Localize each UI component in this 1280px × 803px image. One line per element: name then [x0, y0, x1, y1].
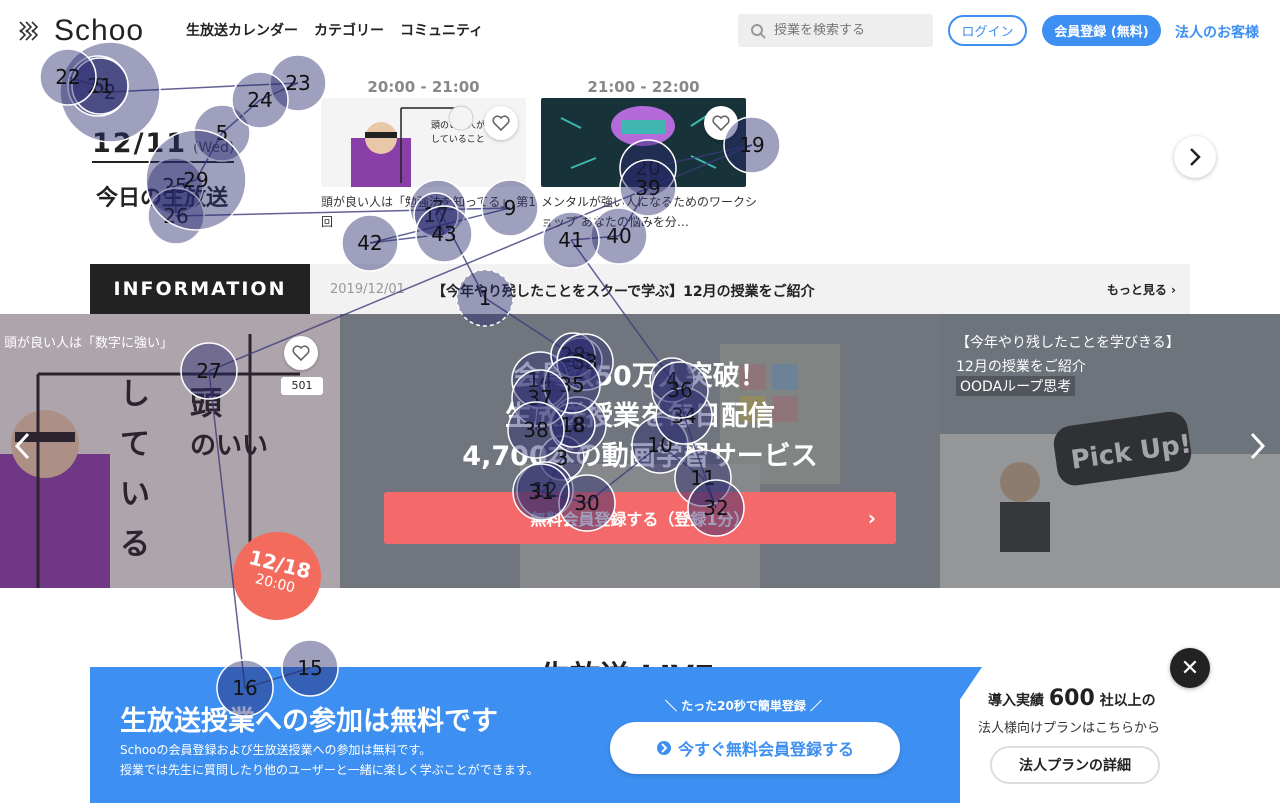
- gaze-fixation-label: 21: [87, 74, 112, 98]
- banner-headline: 生放送授業への参加は無料です: [120, 706, 498, 737]
- gaze-fixation: 24: [231, 71, 289, 129]
- gaze-fixation-circle: [231, 71, 289, 129]
- gaze-fixation-label: 6: [92, 74, 105, 98]
- class-title-2[interactable]: メンタルが強い人になるためのワークショップ あなたの悩みを分…: [541, 192, 761, 232]
- carousel-slide-right[interactable]: Pick Up! 【今年やり残したことを学びきる】 12月の授業をご紹介 OOD…: [940, 314, 1280, 588]
- slide-right-caption-1: 【今年やり残したことを学びきる】: [956, 335, 1180, 351]
- search-box[interactable]: [738, 14, 933, 47]
- gaze-fixation-label: 42: [357, 231, 382, 255]
- login-button[interactable]: ログイン: [948, 15, 1027, 46]
- gaze-saccade: [109, 82, 299, 93]
- today-live-heading: 今日の生放送: [96, 186, 229, 211]
- corp-suffix: 社以上の: [1099, 693, 1156, 709]
- logo-text: Schoo: [54, 14, 145, 47]
- nav-live-calendar[interactable]: 生放送カレンダー: [186, 20, 298, 40]
- heart-icon: [712, 115, 730, 132]
- corporate-link[interactable]: 法人のお客様: [1175, 22, 1259, 42]
- chevron-right-icon: ›: [867, 506, 876, 530]
- schedule-next-button[interactable]: [1174, 136, 1216, 178]
- hero-carousel: 頭 のいい し て い る 頭が良い人は「数字に強い」 501 会員数50万人突…: [0, 314, 1280, 588]
- information-text[interactable]: 【今年やり残したことをスクーで学ぶ】12月の授業をご紹介: [432, 281, 815, 301]
- information-date: 2019/12/01: [330, 282, 405, 297]
- gaze-saccade: [369, 233, 445, 244]
- gaze-fixation: 6: [67, 55, 129, 117]
- favorite-button-1[interactable]: [484, 106, 518, 140]
- carousel-next-button[interactable]: [1238, 426, 1278, 466]
- heart-icon: [492, 115, 510, 132]
- gaze-fixation-circle: [71, 57, 129, 115]
- gaze-saccade: [99, 85, 111, 93]
- schedule-weekday: (Wed): [193, 140, 235, 156]
- hero-register-label: 無料会員登録する（登録1分）: [530, 510, 750, 529]
- like-count: 501: [281, 377, 323, 395]
- banner-sub-2: 授業では先生に質問したり他のユーザーと一緒に楽しく学ぶことができます。: [120, 763, 539, 777]
- carousel-slide-center[interactable]: 会員数50万人突破！ 生放送授業を毎日配信 4,700本の動画学習サービス 無料…: [340, 314, 940, 588]
- carousel-prev-button[interactable]: [2, 426, 42, 466]
- hero-line-1: 会員数50万人突破！: [513, 361, 767, 392]
- banner-register-label: 今すぐ無料会員登録する: [677, 740, 854, 759]
- information-more-link[interactable]: もっと見る ›: [1107, 281, 1176, 298]
- gaze-fixation: 23: [269, 54, 327, 112]
- information-label: INFORMATION: [90, 264, 310, 314]
- banner-register-button[interactable]: 今すぐ無料会員登録する: [610, 722, 900, 774]
- heart-icon: [292, 345, 310, 362]
- chevron-right-icon: [1190, 148, 1201, 166]
- hero-register-button[interactable]: 無料会員登録する（登録1分） ›: [384, 492, 896, 544]
- gaze-saccade: [67, 76, 99, 87]
- corp-prefix: 導入実績: [988, 693, 1044, 709]
- slide-left-caption: 頭が良い人は「数字に強い」: [4, 336, 174, 351]
- hero-line-3: 4,700本の動画学習サービス: [462, 441, 818, 472]
- schedule-date: 12/11 (Wed): [92, 128, 235, 163]
- main-nav: 生放送カレンダー カテゴリー コミュニティ: [186, 20, 483, 40]
- hero-line-2: 生放送授業を毎日配信: [505, 401, 775, 432]
- favorite-button-carousel[interactable]: [284, 336, 318, 370]
- svg-text:していること: していること: [431, 134, 485, 145]
- gaze-saccade: [259, 82, 299, 101]
- favorite-button-2[interactable]: [704, 106, 738, 140]
- corporate-heading: 導入実績 600 社以上の: [988, 686, 1156, 711]
- slide-right-caption-2: 12月の授業をご紹介: [956, 359, 1086, 375]
- chevron-left-icon: [14, 432, 30, 460]
- gaze-fixation-label: 24: [247, 88, 272, 112]
- close-icon: ✕: [1180, 655, 1200, 681]
- corp-number: 600: [1048, 686, 1095, 711]
- schedule-date-day: 12/11: [92, 128, 188, 159]
- gaze-fixation: 21: [71, 57, 129, 115]
- gaze-saccade: [570, 235, 620, 241]
- corporate-sub: 法人様向けプランはこちらから: [978, 721, 1161, 736]
- arrow-circle-icon: [656, 741, 671, 755]
- logo-icon: [19, 21, 39, 41]
- gaze-fixation-circle: [269, 54, 327, 112]
- nav-category[interactable]: カテゴリー: [314, 20, 384, 40]
- search-icon: [751, 23, 766, 39]
- close-banner-button[interactable]: ✕: [1170, 648, 1210, 688]
- gaze-fixation-label: 2: [104, 80, 117, 104]
- information-bar: INFORMATION 2019/12/01 【今年やり残したことをスクーで学ぶ…: [90, 264, 1190, 314]
- information-more-label: もっと見る: [1106, 283, 1167, 297]
- gaze-fixation-circle: [67, 55, 129, 117]
- chevron-right-icon: [1250, 432, 1266, 460]
- slot-time-2: 21:00 - 22:00: [587, 78, 700, 96]
- slot-time-1: 20:00 - 21:00: [367, 78, 480, 96]
- banner-sub-1: Schooの会員登録および生放送授業への参加は無料です。: [120, 743, 432, 757]
- register-button[interactable]: 会員登録 (無料): [1042, 15, 1161, 46]
- corporate-plan-button[interactable]: 法人プランの詳細: [990, 746, 1160, 784]
- nav-community[interactable]: コミュニティ: [400, 20, 483, 40]
- search-input[interactable]: [774, 23, 924, 38]
- slide-right-caption-3: OODAループ思考: [956, 376, 1076, 396]
- class-title-1[interactable]: 頭が良い人は「勉強法を知ってる」 第1回: [321, 192, 541, 232]
- header: Schoo 生放送カレンダー カテゴリー コミュニティ ログイン 会員登録 (無…: [0, 0, 1280, 62]
- banner-catch: ＼ たった20秒で簡単登録 ／: [665, 699, 823, 713]
- gaze-fixation-label: 22: [55, 65, 80, 89]
- gaze-fixation-label: 23: [285, 71, 310, 95]
- logo[interactable]: Schoo: [18, 14, 144, 48]
